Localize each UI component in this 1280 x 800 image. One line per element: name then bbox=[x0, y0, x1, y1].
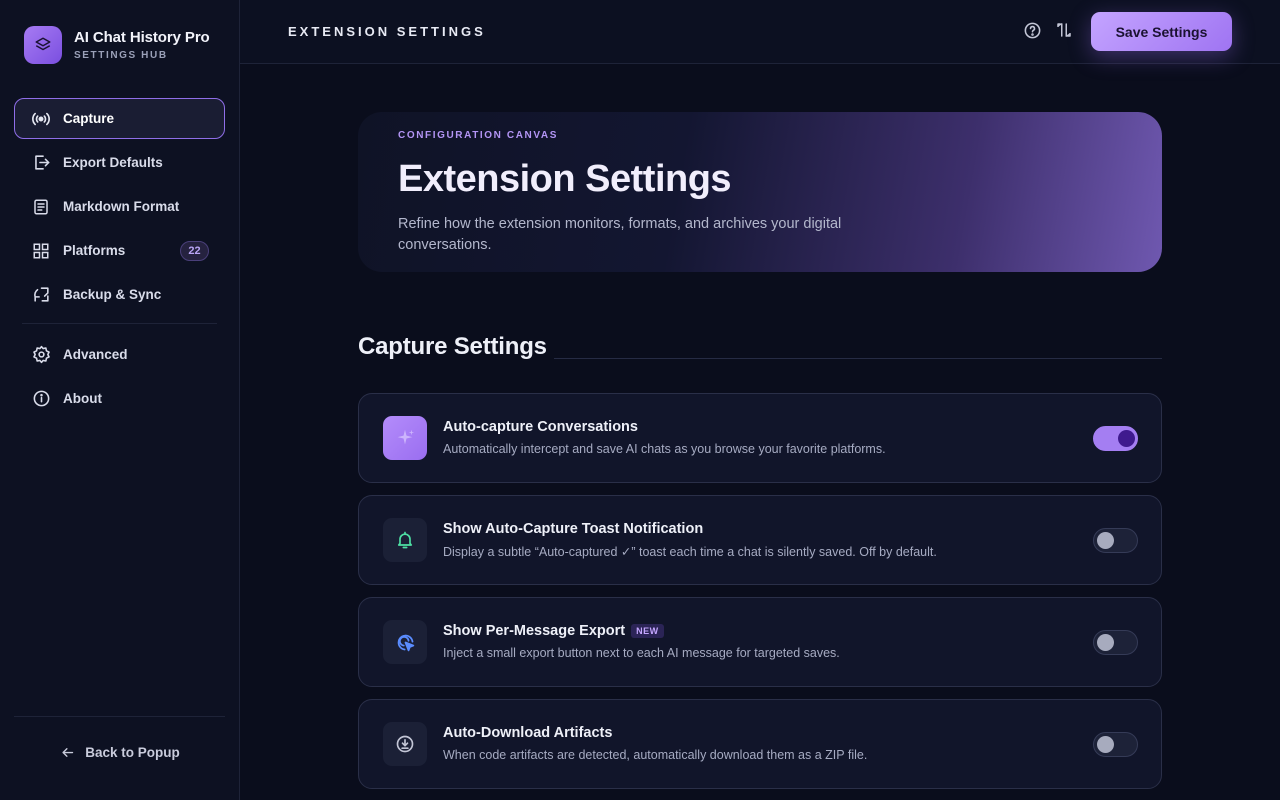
setting-title: Show Per-Message Export NEW bbox=[443, 623, 664, 639]
app-root: AI Chat History Pro SETTINGS HUB Capture bbox=[0, 0, 1280, 800]
setting-title: Auto-capture Conversations bbox=[443, 419, 638, 435]
sidebar-footer-divider bbox=[14, 716, 225, 717]
sparkles-icon bbox=[383, 416, 427, 460]
broadcast-icon bbox=[31, 109, 51, 129]
sidebar-item-label: Platforms bbox=[63, 243, 126, 258]
platforms-count-badge: 22 bbox=[180, 240, 209, 261]
document-icon bbox=[31, 197, 51, 217]
new-badge: NEW bbox=[631, 624, 664, 638]
bell-icon bbox=[383, 518, 427, 562]
setting-card-toast-notification: Show Auto-Capture Toast Notification Dis… bbox=[358, 495, 1162, 585]
sidebar-nav: Capture Export Defaults Markdown Format bbox=[14, 98, 225, 422]
grid-icon bbox=[31, 241, 51, 261]
brand-title: AI Chat History Pro bbox=[74, 28, 210, 46]
page-title: EXTENSION SETTINGS bbox=[288, 24, 486, 39]
setting-description: When code artifacts are detected, automa… bbox=[443, 748, 868, 762]
sidebar-item-label: About bbox=[63, 391, 102, 406]
help-icon[interactable] bbox=[1021, 19, 1043, 41]
toggle-knob bbox=[1097, 736, 1114, 753]
export-icon bbox=[31, 153, 51, 173]
topbar: EXTENSION SETTINGS Save Settings bbox=[240, 0, 1280, 64]
hero-title: Extension Settings bbox=[398, 158, 732, 200]
main-content: EXTENSION SETTINGS Save Settings CONFIGU… bbox=[240, 0, 1280, 800]
setting-title-text: Show Per-Message Export bbox=[443, 623, 626, 639]
sidebar-item-capture[interactable]: Capture bbox=[14, 98, 225, 139]
sidebar-item-advanced[interactable]: Advanced bbox=[14, 334, 225, 375]
sidebar-item-label: Markdown Format bbox=[63, 199, 180, 214]
auto-download-toggle[interactable] bbox=[1093, 732, 1138, 757]
setting-card-auto-capture: Auto-capture Conversations Automatically… bbox=[358, 393, 1162, 483]
brand-subtitle: SETTINGS HUB bbox=[74, 49, 168, 61]
sidebar-item-export-defaults[interactable]: Export Defaults bbox=[14, 142, 225, 183]
back-to-popup-label: Back to Popup bbox=[85, 744, 180, 760]
info-icon bbox=[31, 389, 51, 409]
download-icon bbox=[383, 722, 427, 766]
setting-title: Show Auto-Capture Toast Notification bbox=[443, 521, 704, 537]
nav-divider bbox=[22, 323, 217, 324]
section-title: Capture Settings bbox=[358, 333, 547, 360]
hero-banner: CONFIGURATION CANVAS Extension Settings … bbox=[358, 112, 1162, 272]
sidebar-item-about[interactable]: About bbox=[14, 378, 225, 419]
setting-description: Display a subtle “Auto-captured ✓” toast… bbox=[443, 545, 937, 559]
toggle-knob bbox=[1097, 634, 1114, 651]
sidebar-item-backup-sync[interactable]: Backup & Sync bbox=[14, 274, 225, 315]
setting-title: Auto-Download Artifacts bbox=[443, 725, 613, 741]
reset-icon[interactable] bbox=[1053, 19, 1075, 41]
save-settings-button[interactable]: Save Settings bbox=[1091, 12, 1232, 51]
layers-logo-icon bbox=[24, 26, 62, 64]
toast-notification-toggle[interactable] bbox=[1093, 528, 1138, 553]
sidebar-item-label: Export Defaults bbox=[63, 155, 163, 170]
sidebar-item-markdown-format[interactable]: Markdown Format bbox=[14, 186, 225, 227]
hero-description: Refine how the extension monitors, forma… bbox=[398, 216, 842, 253]
section-divider bbox=[554, 358, 1162, 359]
sidebar: AI Chat History Pro SETTINGS HUB Capture bbox=[0, 0, 240, 800]
setting-description: Inject a small export button next to eac… bbox=[443, 646, 840, 660]
back-to-popup-link[interactable]: Back to Popup bbox=[0, 742, 240, 762]
arrow-left-icon bbox=[60, 745, 75, 760]
setting-card-auto-download-artifacts: Auto-Download Artifacts When code artifa… bbox=[358, 699, 1162, 789]
sidebar-item-label: Capture bbox=[63, 111, 115, 126]
gear-icon bbox=[31, 345, 51, 365]
toggle-knob bbox=[1118, 430, 1135, 447]
cursor-click-icon bbox=[383, 620, 427, 664]
auto-capture-toggle[interactable] bbox=[1093, 426, 1138, 451]
setting-description: Automatically intercept and save AI chat… bbox=[443, 442, 886, 456]
sync-icon bbox=[31, 285, 51, 305]
hero-kicker: CONFIGURATION CANVAS bbox=[398, 130, 558, 141]
sidebar-item-label: Advanced bbox=[63, 347, 128, 362]
per-message-export-toggle[interactable] bbox=[1093, 630, 1138, 655]
setting-card-per-message-export: Show Per-Message Export NEW Inject a sma… bbox=[358, 597, 1162, 687]
sidebar-item-label: Backup & Sync bbox=[63, 287, 162, 302]
brand: AI Chat History Pro SETTINGS HUB bbox=[24, 26, 210, 64]
toggle-knob bbox=[1097, 532, 1114, 549]
sidebar-item-platforms[interactable]: Platforms 22 bbox=[14, 230, 225, 271]
